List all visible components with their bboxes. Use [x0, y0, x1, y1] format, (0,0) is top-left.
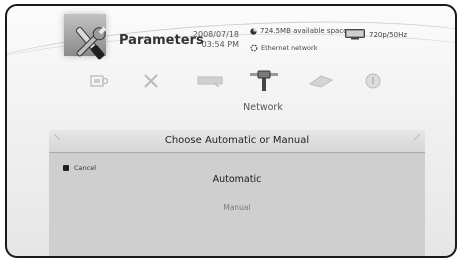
clock: 2008/07/18 03:54 PM — [187, 30, 239, 50]
date-text: 2008/07/18 — [192, 30, 239, 39]
storage-text: 724.5MB available space — [260, 27, 348, 35]
video-settings-icon[interactable] — [305, 70, 337, 92]
cancel-button[interactable]: Cancel — [63, 164, 96, 172]
info-icon[interactable] — [357, 70, 389, 92]
option-automatic[interactable]: Automatic — [49, 174, 425, 185]
tv-icon — [345, 29, 365, 40]
cancel-label: Cancel — [74, 164, 97, 172]
time-text: 03:54 PM — [201, 40, 239, 49]
storage-icon — [250, 27, 257, 35]
corner-decoration-icon — [414, 134, 420, 140]
choice-dialog: Choose Automatic or Manual Cancel Automa… — [49, 130, 425, 256]
tools-icon[interactable] — [135, 70, 167, 92]
tools-category-icon — [75, 26, 107, 60]
option-manual[interactable]: Manual — [49, 203, 425, 212]
network-status: Ethernet network — [250, 44, 317, 52]
network-icon[interactable] — [248, 70, 280, 92]
video-mode-text: 720p/50Hz — [369, 30, 408, 39]
screen: Parameters 2008/07/18 03:54 PM 724.5MB a… — [5, 4, 457, 258]
dialog-header: Choose Automatic or Manual — [49, 130, 425, 153]
network-text: Ethernet network — [261, 44, 318, 52]
selected-category-label: Network — [243, 102, 283, 113]
display-settings-icon[interactable] — [194, 70, 226, 92]
ethernet-icon — [250, 44, 258, 52]
storage-info: 724.5MB available space — [250, 27, 347, 35]
square-button-icon — [63, 165, 69, 171]
dialog-title: Choose Automatic or Manual — [164, 135, 310, 146]
system-settings-icon[interactable] — [83, 70, 115, 92]
video-mode: 720p/50Hz — [345, 29, 407, 40]
